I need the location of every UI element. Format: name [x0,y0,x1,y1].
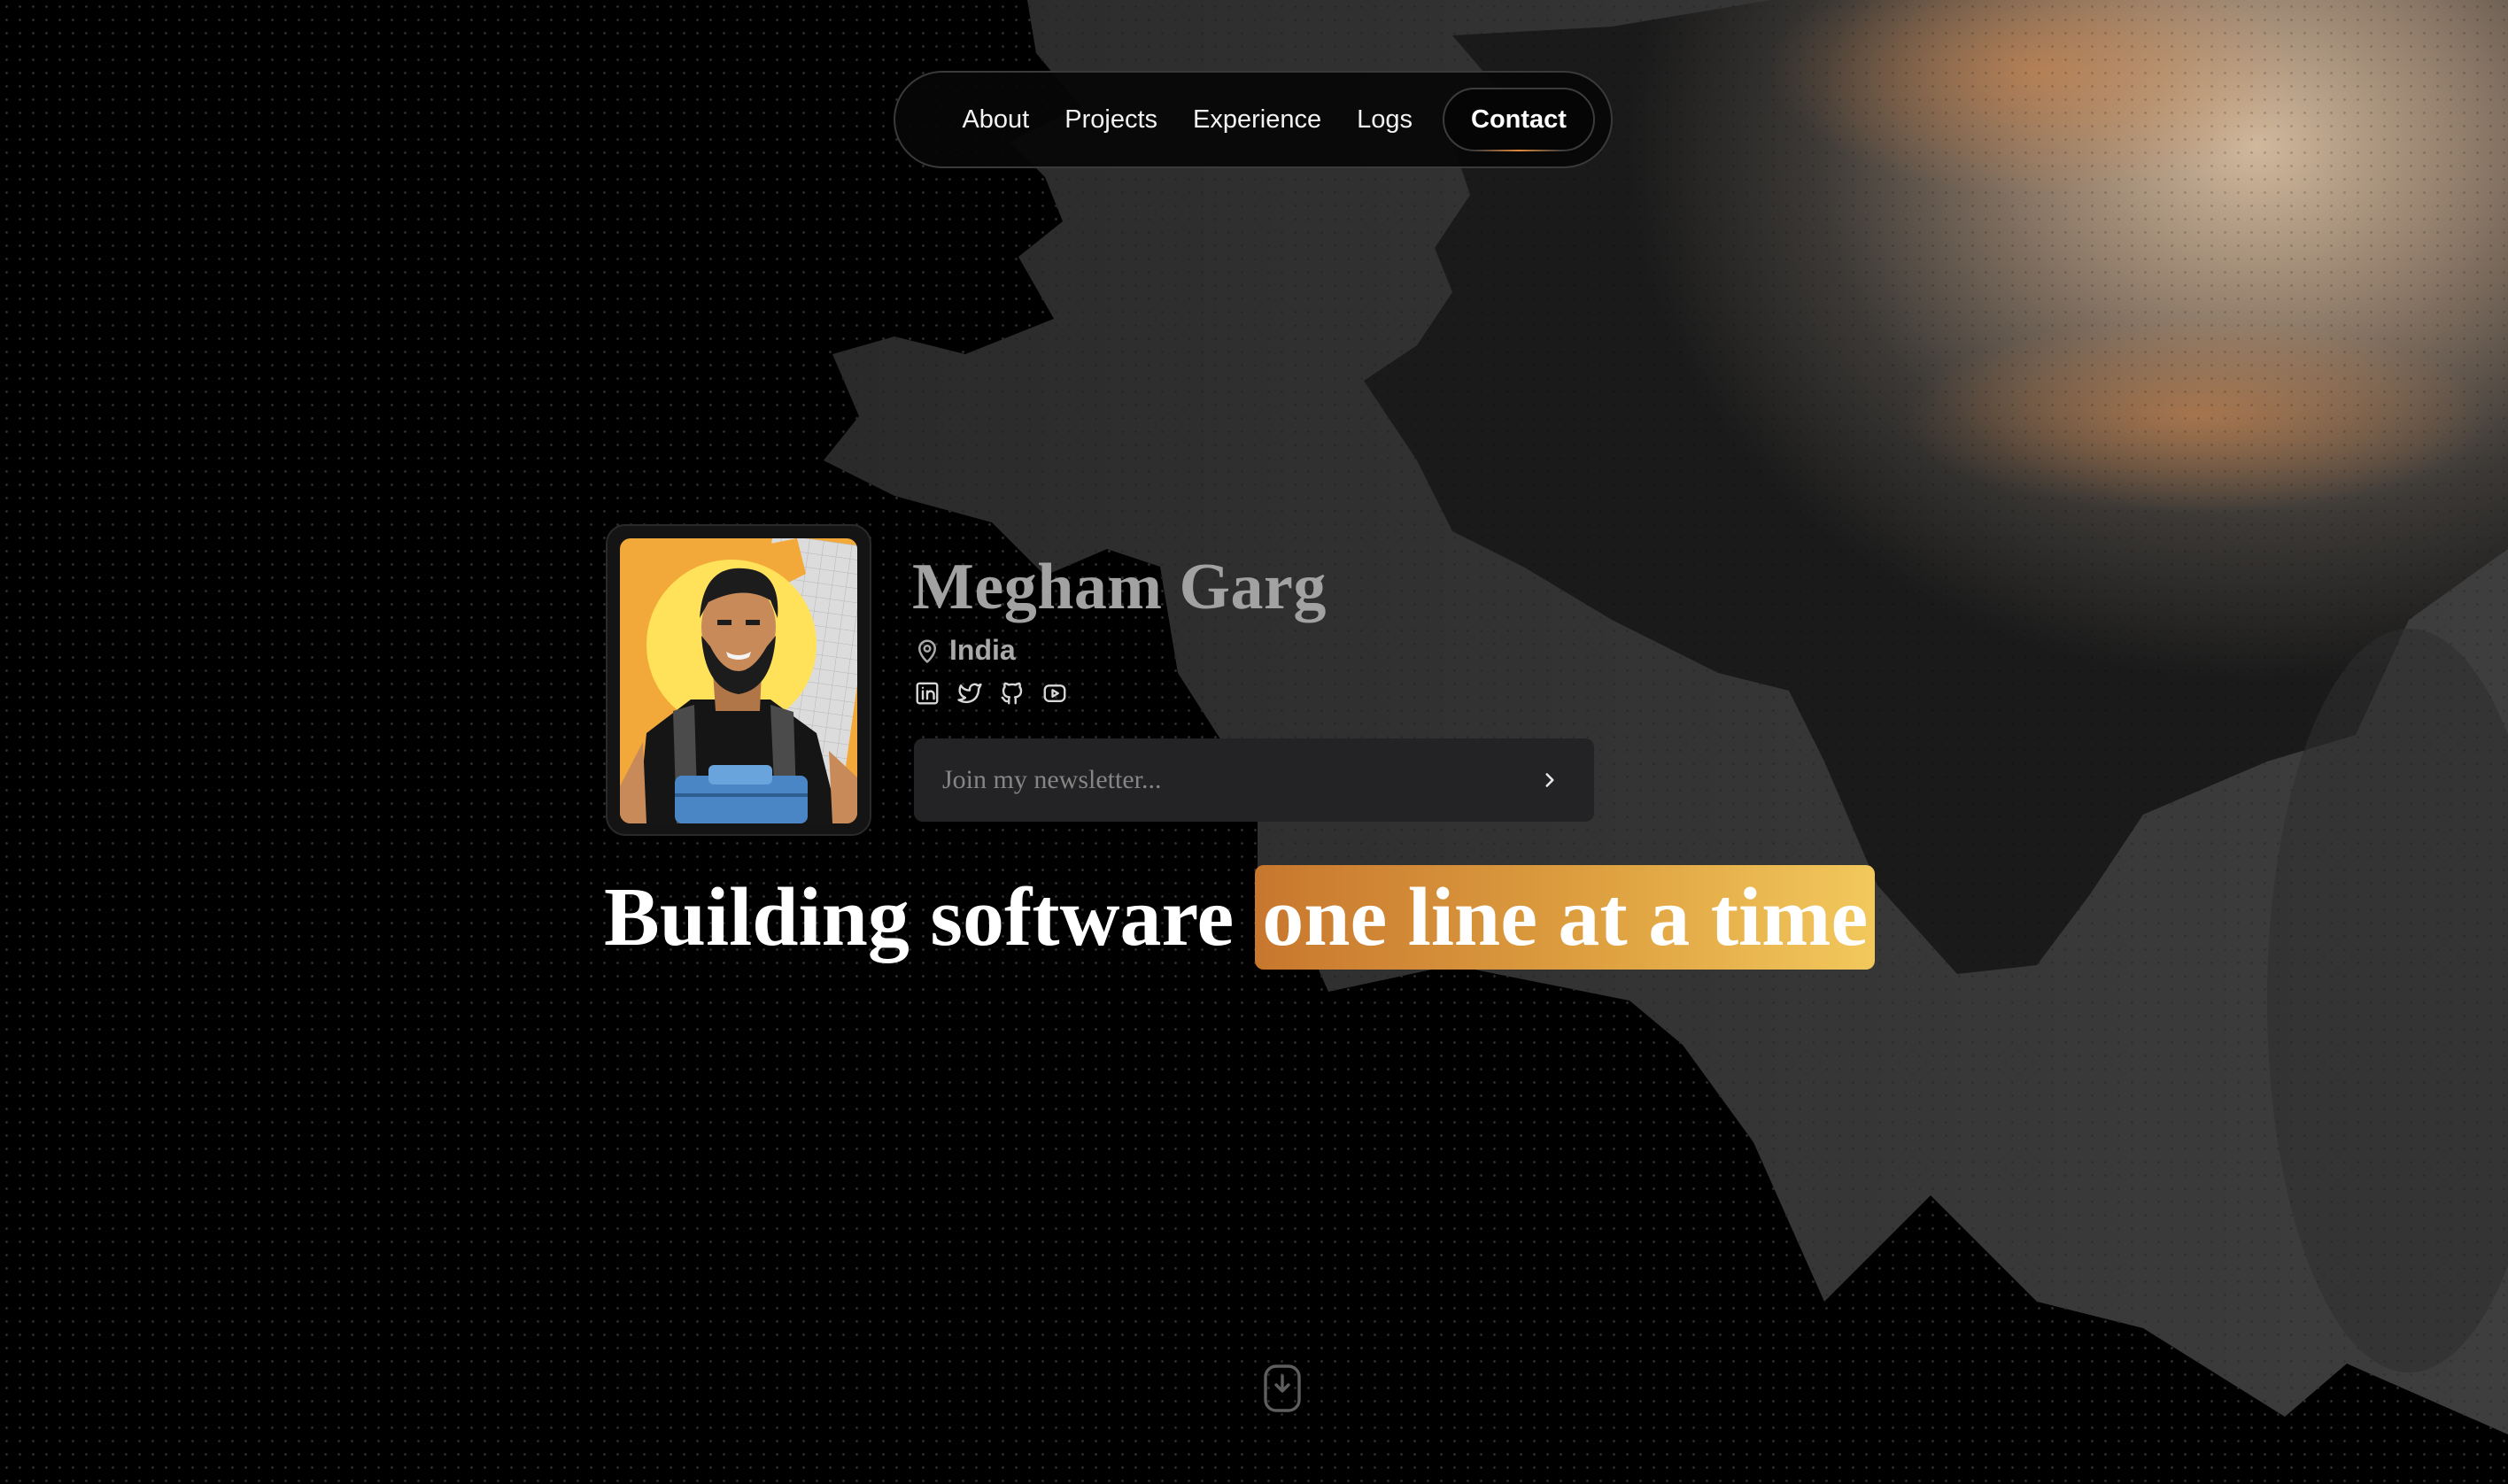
headline-highlight-text: one line at a time [1262,871,1869,963]
main-nav: About Projects Experience Logs Contact [894,71,1613,168]
newsletter-form [914,738,1594,823]
mouse-scroll-down-icon[interactable] [1263,1364,1302,1413]
youtube-icon[interactable] [1041,680,1068,707]
avatar-frame [606,524,871,836]
nav-item-about[interactable]: About [944,88,1047,151]
avatar [620,538,857,823]
nav-item-projects[interactable]: Projects [1047,88,1175,151]
nav-item-logs[interactable]: Logs [1339,88,1430,151]
profile-name: Megham Garg [912,551,1327,623]
hero-headline: Building software one line at a time [604,862,1876,972]
contact-button[interactable]: Contact [1443,88,1595,151]
newsletter-email-input[interactable] [914,738,1523,823]
location: India [914,634,1016,667]
twitter-icon[interactable] [956,680,983,707]
chevron-right-icon [1545,773,1554,787]
nav-item-experience[interactable]: Experience [1175,88,1339,151]
github-icon[interactable] [999,680,1026,707]
map-pin-icon [914,638,940,664]
social-links [914,680,1068,707]
headline-prefix: Building software [604,871,1235,963]
location-text: India [949,634,1016,666]
linkedin-icon[interactable] [914,680,940,707]
newsletter-submit-button[interactable] [1523,754,1576,807]
headline-highlight: one line at a time [1255,865,1876,970]
